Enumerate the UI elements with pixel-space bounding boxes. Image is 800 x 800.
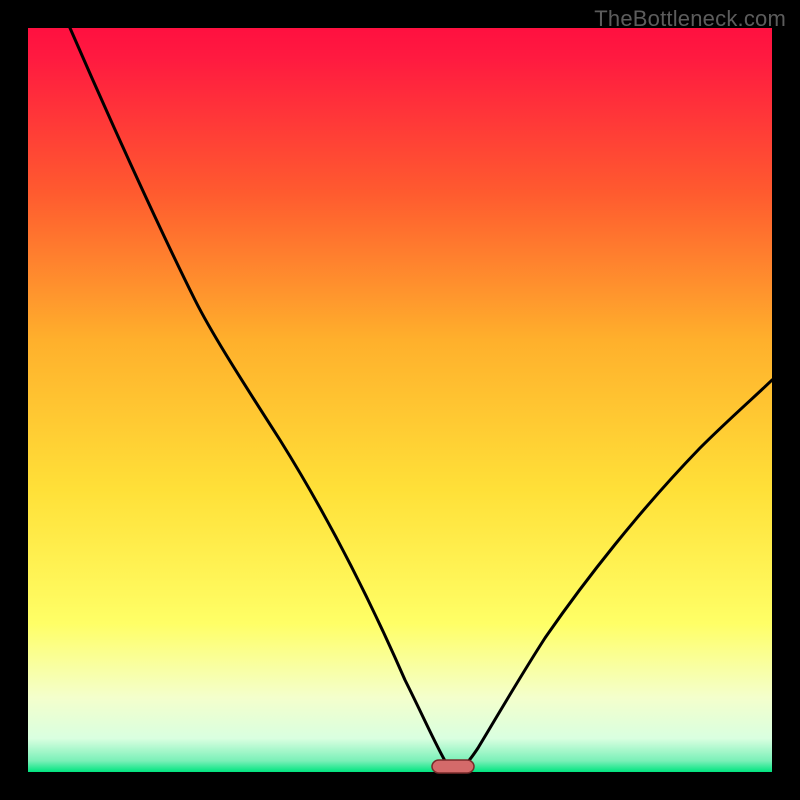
plot-area bbox=[28, 28, 772, 772]
minimum-marker bbox=[432, 760, 474, 773]
chart-container: TheBottleneck.com bbox=[0, 0, 800, 800]
bottleneck-chart bbox=[0, 0, 800, 800]
